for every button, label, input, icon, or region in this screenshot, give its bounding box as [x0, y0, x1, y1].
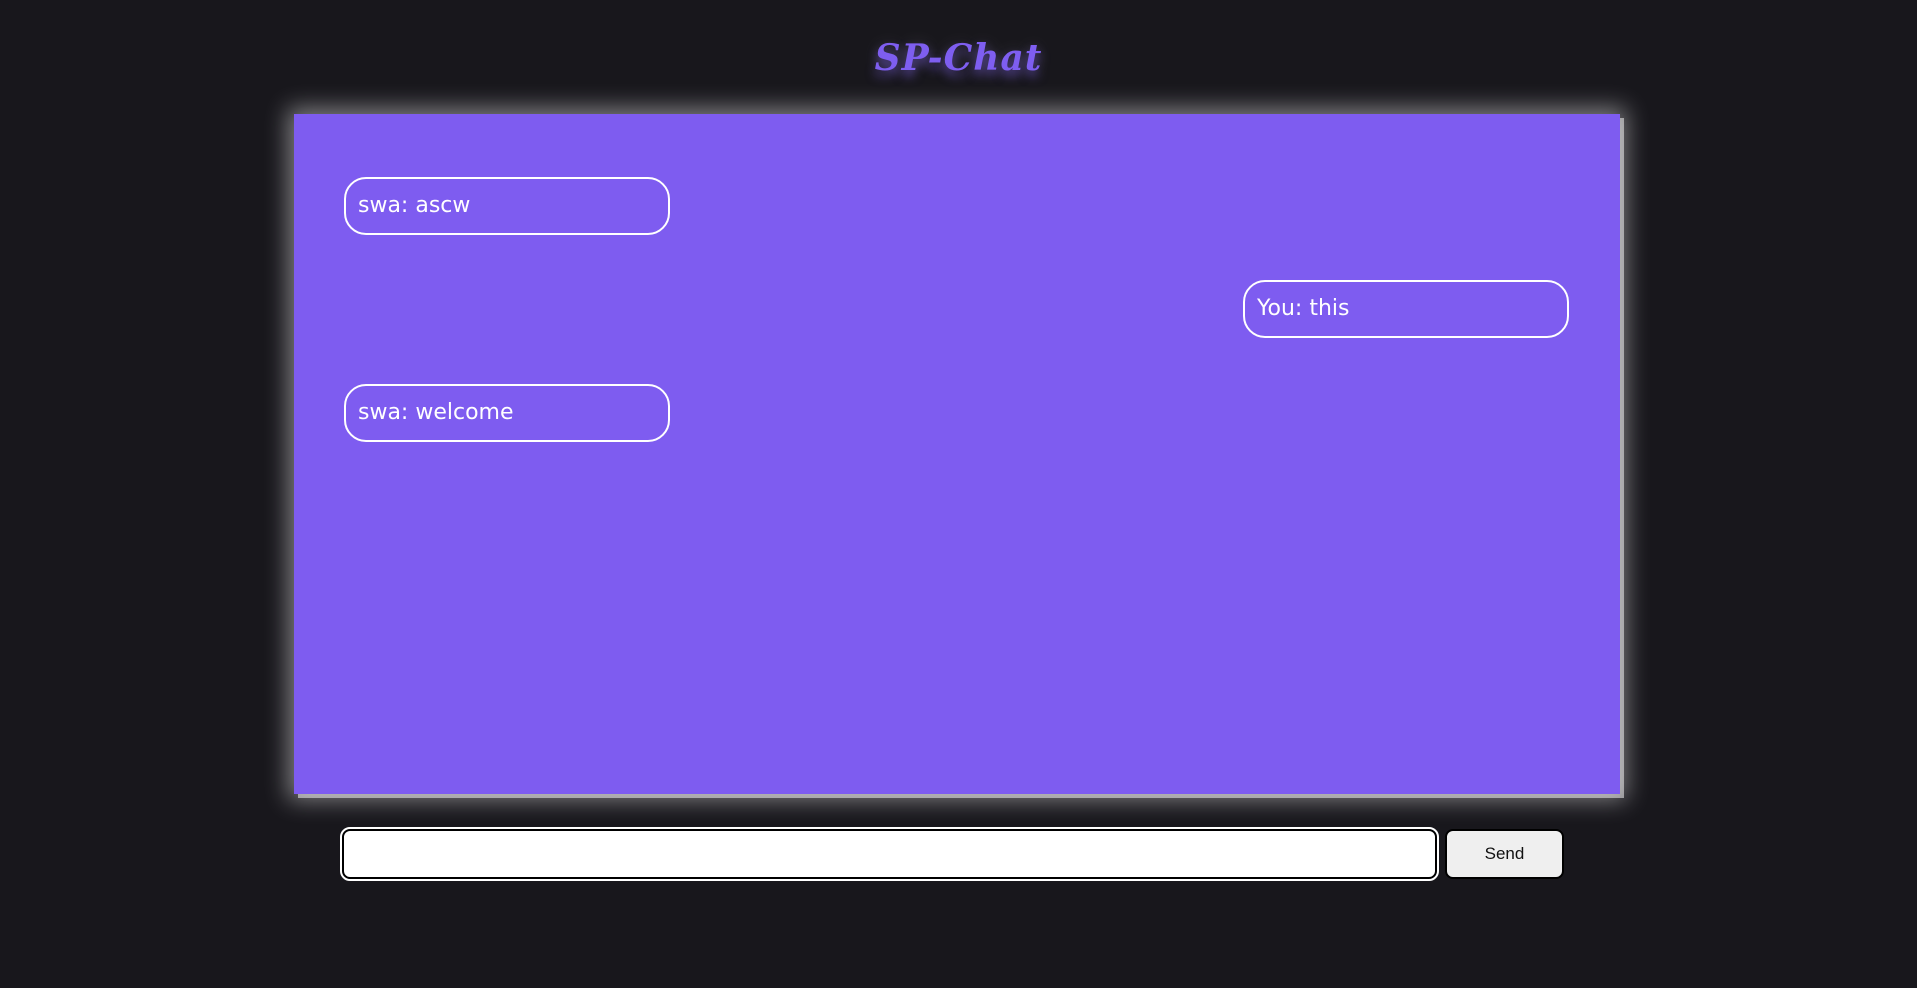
send-button[interactable]: Send: [1445, 829, 1564, 879]
message-bubble: swa: welcome: [344, 384, 670, 442]
message-bubble: You: this: [1243, 280, 1569, 338]
app-title: SP-Chat: [874, 37, 1043, 79]
message-bubble: swa: ascw: [344, 177, 670, 235]
message-input[interactable]: [340, 827, 1439, 881]
chat-app: SP-Chat swa: ascw You: this swa: welcome…: [0, 0, 1917, 988]
message-composer: Send: [340, 827, 1564, 881]
chat-messages-panel[interactable]: swa: ascw You: this swa: welcome: [294, 114, 1620, 794]
